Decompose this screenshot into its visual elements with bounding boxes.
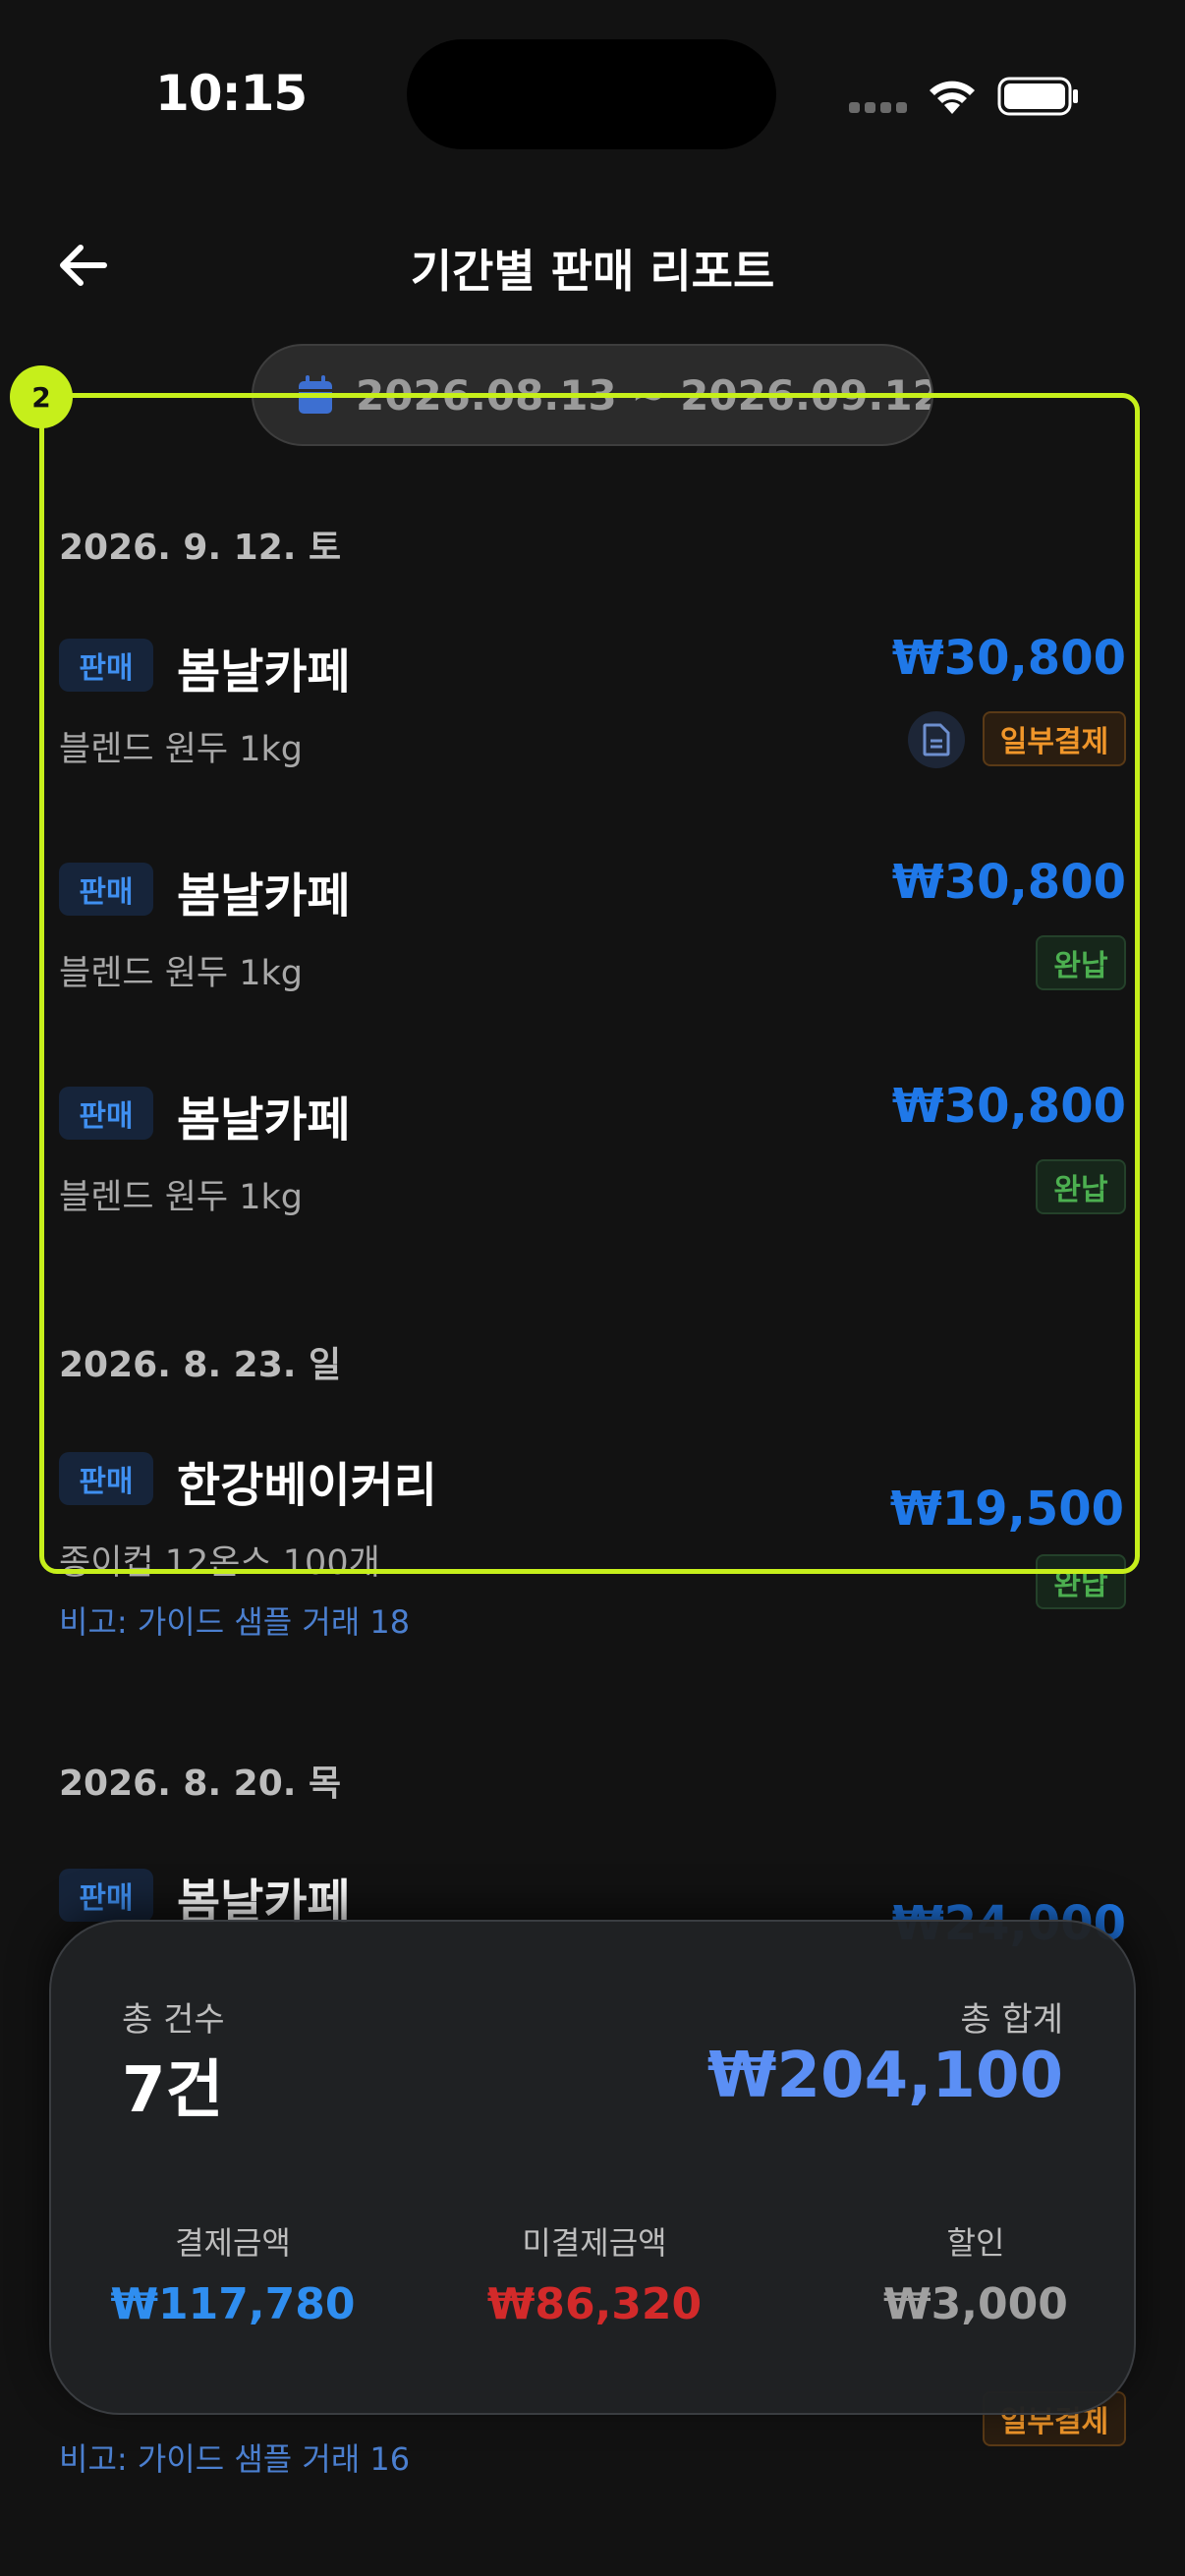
total-count-label: 총 건수 [122, 2000, 225, 2040]
highlight-box [39, 393, 1140, 1574]
signal-icon [849, 102, 908, 116]
summary-card: 총 건수 7건 총 합계 ₩204,100 결제금액 ₩117,780 미결제금… [49, 1920, 1136, 2415]
discount-label: 할인 [946, 2224, 1005, 2262]
dynamic-island [407, 39, 776, 149]
total-count-value: 7건 [122, 2054, 224, 2127]
status-time: 10:15 [155, 65, 308, 122]
grand-total-label: 총 합계 [960, 2000, 1063, 2040]
memo-note: 비고: 가이드 샘플 거래 18 [59, 1603, 411, 1641]
unpaid-amount-label: 미결제금액 [522, 2224, 667, 2262]
highlight-badge: 2 [10, 365, 73, 428]
paid-amount-value: ₩117,780 [110, 2279, 356, 2329]
discount-value: ₩3,000 [883, 2279, 1068, 2329]
paid-amount-label: 결제금액 [175, 2224, 291, 2262]
memo-note: 비고: 가이드 샘플 거래 16 [59, 2440, 411, 2478]
page-title: 기간별 판매 리포트 [410, 245, 775, 298]
wifi-icon [930, 81, 975, 114]
date-header: 2026. 8. 20. 목 [59, 1764, 342, 1804]
grand-total-value: ₩204,100 [706, 2040, 1063, 2112]
battery-icon [997, 77, 1078, 116]
type-tag: 판매 [59, 1869, 153, 1922]
unpaid-amount-value: ₩86,320 [486, 2279, 703, 2329]
